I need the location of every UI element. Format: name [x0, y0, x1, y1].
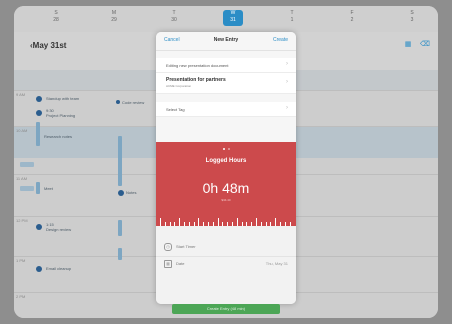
project-name: Presentation for partners — [166, 77, 226, 83]
day-5-num: 2 — [350, 17, 354, 23]
day-0-num: 28 — [53, 17, 59, 23]
day-0[interactable]: S 28 — [46, 10, 66, 24]
week-day-strip: S 28 M 29 T 30 W 31 T1 F2 S3 — [14, 6, 438, 32]
hour-label: 2 PM — [16, 294, 26, 299]
day-1-num: 29 — [111, 17, 117, 23]
day-5-weekday: F — [350, 10, 354, 16]
create-entry-button[interactable]: Create Entry (48 min) — [172, 304, 280, 314]
day-4[interactable]: T1 — [282, 10, 302, 24]
date-title-text: May 31st — [32, 41, 67, 50]
event-7[interactable]: Notes — [126, 190, 136, 195]
create-button[interactable]: Create — [273, 37, 288, 43]
ruler-tick — [275, 218, 277, 226]
day-2-num: 30 — [171, 17, 177, 23]
event-tag — [20, 186, 34, 191]
date-title[interactable]: ‹May 31st — [30, 41, 66, 50]
event-marker — [116, 100, 120, 104]
event-3[interactable]: Meet — [44, 186, 53, 191]
day-4-weekday: T — [290, 10, 294, 16]
hour-label: 12 PM — [16, 218, 28, 223]
day-3-today[interactable]: W 31 — [223, 10, 243, 26]
day-5[interactable]: F2 — [342, 10, 362, 24]
trash-icon[interactable]: ⌫ — [420, 41, 430, 49]
start-timer-row[interactable]: ◷ Start Timer — [156, 240, 296, 254]
ruler-tick — [217, 218, 219, 226]
event-tag — [20, 162, 34, 167]
ipad-screen: S 28 M 29 T 30 W 31 T1 F2 S3 ‹May 31st ▦ ⌫ 9… — [14, 6, 438, 318]
event-7-title: Notes — [126, 190, 137, 195]
calendar-icon[interactable]: ▦ — [404, 41, 412, 49]
event-6[interactable]: Email cleanup — [46, 266, 71, 271]
day-3-num: 31 — [230, 17, 236, 23]
duration-ruler-slider[interactable] — [156, 212, 296, 226]
logged-hours-amount: $34.40 — [221, 198, 231, 202]
day-6-num: 3 — [410, 17, 414, 23]
event-0[interactable]: Standup with team — [46, 96, 79, 101]
page-dot — [228, 148, 230, 150]
project-row[interactable]: Presentation for partners ACME Corporati… — [156, 73, 296, 94]
clock-icon: ◷ — [164, 243, 172, 251]
date-value: Thu, May 31 — [265, 261, 288, 266]
chevron-right-icon: › — [286, 79, 288, 85]
chevron-right-icon: › — [286, 61, 288, 67]
event-marker — [118, 190, 124, 196]
chevron-right-icon: › — [286, 105, 288, 111]
event-duration-bar — [36, 122, 40, 146]
event-2[interactable]: Research notes — [44, 134, 72, 139]
event-marker — [36, 266, 42, 272]
day-6[interactable]: S3 — [402, 10, 422, 24]
description-row[interactable]: Editing new presentation document › — [156, 58, 296, 73]
start-timer-label: Start Timer — [176, 244, 196, 249]
event-1[interactable]: 9:30 Project Planning — [46, 108, 75, 118]
event-6-title: Email cleanup — [46, 266, 72, 271]
new-entry-modal: Cancel New Entry Create Editing new pres… — [156, 32, 296, 304]
event-marker — [36, 224, 42, 230]
date-label: Date — [176, 261, 185, 266]
event-marker — [36, 110, 42, 116]
hour-label: 1 PM — [16, 258, 26, 263]
event-duration-bar — [118, 220, 122, 236]
day-2[interactable]: T 30 — [164, 10, 184, 24]
day-6-weekday: S — [410, 10, 414, 16]
event-duration-bar — [36, 182, 40, 194]
day-4-num: 1 — [290, 17, 294, 23]
event-4[interactable]: 1:15 Design review — [46, 222, 71, 232]
day-1-weekday: M — [111, 10, 117, 16]
hour-label: 9 AM — [16, 92, 26, 97]
day-2-weekday: T — [172, 10, 176, 16]
event-1-title: Project Planning — [46, 113, 76, 118]
tag-label: Select Tag — [166, 107, 185, 112]
modal-bottom-section: ◷ Start Timer ▦ Date Thu, May 31 — [156, 226, 296, 304]
event-marker — [36, 96, 42, 102]
ruler-tick — [236, 218, 238, 226]
event-2-title: Research notes — [44, 134, 73, 139]
event-0-title: Standup with team — [46, 96, 80, 101]
screen-background: S 28 M 29 T 30 W 31 T1 F2 S3 ‹May 31st ▦ ⌫ 9… — [0, 0, 452, 324]
calendar-icon: ▦ — [164, 260, 172, 268]
hour-label: 10 AM — [16, 128, 28, 133]
logged-hours-title: Logged Hours — [205, 158, 247, 164]
event-3-title: Meet — [44, 186, 53, 191]
ruler-tick — [179, 218, 181, 226]
logged-hours-value: 0h 48m — [202, 180, 250, 196]
modal-nav-bar: Cancel New Entry Create — [156, 32, 296, 51]
event-5[interactable]: Code review — [122, 100, 144, 105]
event-duration-bar — [118, 248, 122, 260]
day-1[interactable]: M 29 — [104, 10, 124, 24]
date-row[interactable]: ▦ Date Thu, May 31 — [156, 256, 296, 271]
tag-row[interactable]: Select Tag › — [156, 102, 296, 117]
event-duration-bar — [118, 136, 122, 186]
ruler-tick — [256, 218, 257, 226]
event-4-title: Design review — [46, 227, 72, 232]
hour-label: 11 AM — [16, 176, 28, 181]
day-3-weekday: W — [230, 10, 236, 16]
page-dot — [223, 148, 225, 150]
ruler-tick — [160, 218, 161, 226]
day-0-weekday: S — [54, 10, 58, 16]
project-client: ACME Corporation — [166, 84, 192, 88]
logged-hours-panel[interactable]: Logged Hours 0h 48m $34.40 — [156, 142, 296, 226]
event-5-title: Code review — [122, 100, 145, 105]
description-text: Editing new presentation document — [166, 63, 229, 68]
ruler-tick — [198, 218, 200, 226]
